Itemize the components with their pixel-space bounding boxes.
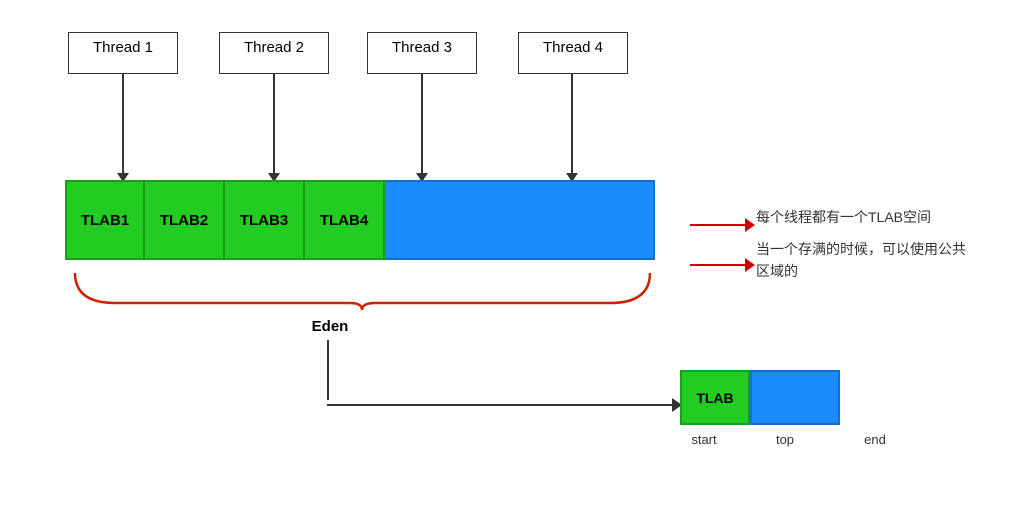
end-label: end (830, 432, 920, 447)
thread1-arrow (122, 74, 124, 174)
tlab3: TLAB3 (225, 180, 305, 260)
tlab4: TLAB4 (305, 180, 385, 260)
annotation2-arrow (690, 258, 755, 272)
bottom-tlab-blue (750, 370, 840, 425)
eden-label: Eden (270, 318, 390, 335)
thread2-box: Thread 2 (219, 32, 329, 74)
brace-svg (65, 268, 660, 313)
thread1-box: Thread 1 (68, 32, 178, 74)
thread3-box: Thread 3 (367, 32, 477, 74)
thread4-arrow (571, 74, 573, 174)
thread2-arrow (273, 74, 275, 174)
vert-line-to-bottom (327, 340, 329, 400)
bottom-tlab-container: TLAB (680, 370, 840, 425)
thread1-label: Thread 1 (93, 39, 153, 56)
thread4-label: Thread 4 (543, 39, 603, 56)
start-label: start (668, 432, 740, 447)
thread3-arrow (421, 74, 423, 174)
annotation1-text: 每个线程都有一个TLAB空间 (756, 207, 931, 228)
diagram: Thread 1 Thread 2 Thread 3 Thread 4 TLAB… (0, 0, 1019, 508)
annotation1-arrow (690, 218, 755, 232)
tlab1: TLAB1 (65, 180, 145, 260)
bottom-labels: start top end (668, 432, 920, 447)
bottom-tlab-green: TLAB (680, 370, 750, 425)
thread3-label: Thread 3 (392, 39, 452, 56)
arrow-right-head-icon (745, 218, 755, 232)
tlab-row: TLAB1 TLAB2 TLAB3 TLAB4 (65, 180, 655, 260)
horiz-arrow-to-tlab (327, 398, 682, 412)
arrow-right-head2-icon (745, 258, 755, 272)
top-label: top (740, 432, 830, 447)
tlab-public (385, 180, 655, 260)
tlab2: TLAB2 (145, 180, 225, 260)
horiz-line (327, 404, 672, 406)
annotation2-text: 当一个存满的时候，可以使用公共 区域的 (756, 238, 966, 283)
thread4-box: Thread 4 (518, 32, 628, 74)
thread2-label: Thread 2 (244, 39, 304, 56)
